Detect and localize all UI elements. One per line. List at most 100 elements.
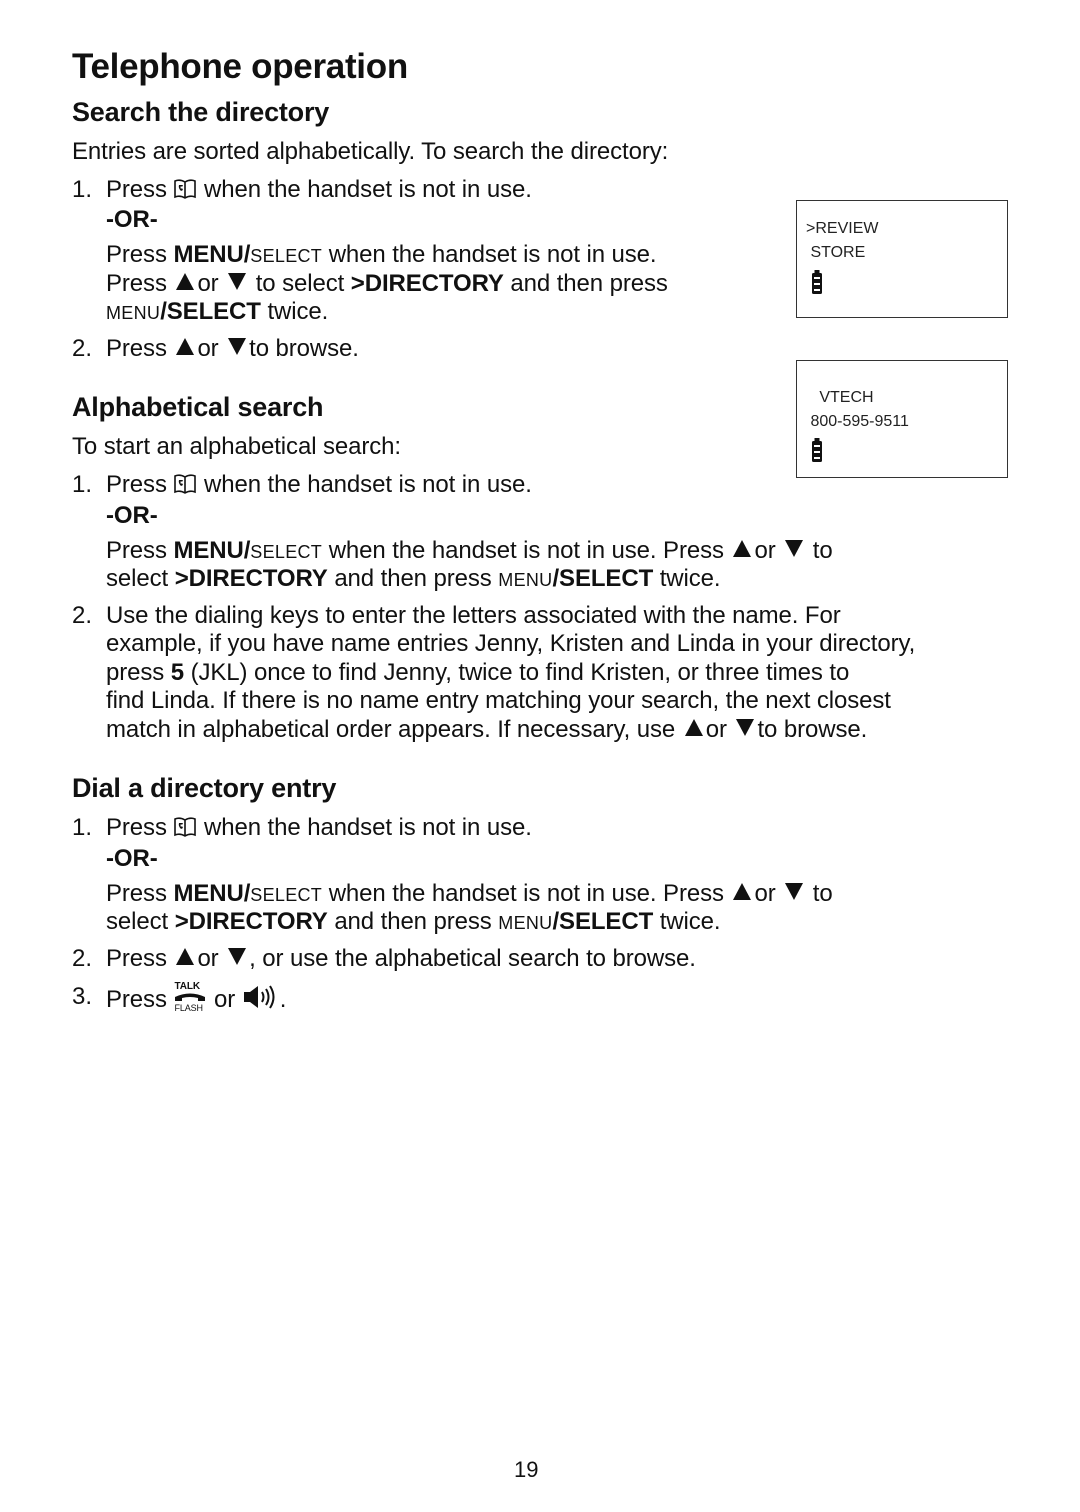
text: to browse. xyxy=(757,716,868,743)
text: or xyxy=(197,270,219,297)
page-number: 19 xyxy=(514,1457,539,1482)
directory-book-icon xyxy=(173,473,197,502)
text: Press xyxy=(106,270,167,297)
text: to browse. xyxy=(249,335,359,362)
select-key-label: /SELECT xyxy=(552,908,654,935)
up-arrow-icon xyxy=(733,540,752,557)
directory-book-icon xyxy=(173,816,197,845)
text: to select xyxy=(255,270,345,297)
down-arrow-icon xyxy=(785,883,804,900)
text: Press xyxy=(106,241,167,268)
text: when the handset is not in use. xyxy=(204,471,532,498)
step-number: 1. xyxy=(72,176,93,203)
text: when the handset is not in use. Press xyxy=(328,537,724,564)
alpha-step2-line5: match in alphabetical order appears. If … xyxy=(106,716,867,744)
text: twice. xyxy=(659,565,721,592)
screen-line-2: STORE xyxy=(806,244,866,261)
step-number: 2. xyxy=(72,602,93,629)
directory-book-icon xyxy=(173,178,197,207)
select-key-label: /SELECT xyxy=(160,298,261,325)
text: Press xyxy=(106,471,167,498)
alpha-step1: Press when the handset is not in use. xyxy=(106,471,532,502)
text: twice. xyxy=(659,908,721,935)
handset-screen-menu: >REVIEW STORE xyxy=(796,200,1008,318)
text: select xyxy=(106,565,169,592)
search-intro: Entries are sorted alphabetically. To se… xyxy=(72,138,669,165)
text: or xyxy=(754,880,776,907)
text: , or use the alphabetical search to brow… xyxy=(249,945,696,972)
text: or xyxy=(197,945,219,972)
down-arrow-icon xyxy=(228,338,247,355)
select-key-label: SELECT xyxy=(250,542,323,562)
text: select xyxy=(106,908,169,935)
or-separator: -OR- xyxy=(106,206,158,233)
menu-key-label: MENU xyxy=(498,570,553,590)
text: match in alphabetical order appears. If … xyxy=(106,716,676,743)
speaker-icon xyxy=(242,984,280,1017)
dial-step2: Press or , or use the alphabetical searc… xyxy=(106,945,696,973)
up-arrow-icon xyxy=(684,719,703,736)
step-number: 1. xyxy=(72,471,93,498)
text: or xyxy=(214,986,236,1013)
key-5-label: 5 xyxy=(170,659,185,686)
text: and then press xyxy=(510,270,668,297)
text: or xyxy=(705,716,727,743)
alpha-step2-line1: Use the dialing keys to enter the letter… xyxy=(106,602,841,629)
down-arrow-icon xyxy=(736,719,755,736)
page-title: Telephone operation xyxy=(72,47,408,86)
text: when the handset is not in use. xyxy=(328,241,657,268)
text: when the handset is not in use. Press xyxy=(328,880,724,907)
text: Press xyxy=(106,986,167,1013)
text: Press xyxy=(106,176,167,203)
search-step1: Press when the handset is not in use. xyxy=(106,176,532,207)
dial-step1-alt-line2: select >DIRECTORY and then press MENU/SE… xyxy=(106,908,721,937)
text: Press xyxy=(106,335,167,362)
up-arrow-icon xyxy=(176,948,195,965)
alpha-step2-line3: press 5 (JKL) once to find Jenny, twice … xyxy=(106,659,849,687)
search-step1-alt-line3: MENU/SELECT twice. xyxy=(106,298,328,327)
text: Press xyxy=(106,880,167,907)
handset-screen-entry: VTECH 800-595-9511 xyxy=(796,360,1008,478)
text: or xyxy=(754,537,776,564)
or-separator: -OR- xyxy=(106,845,158,872)
alpha-step1-alt-line2: select >DIRECTORY and then press MENU/SE… xyxy=(106,565,721,594)
battery-icon xyxy=(811,269,823,303)
select-key-label: SELECT xyxy=(250,246,323,266)
text: (JKL) once to find Jenny, twice to find … xyxy=(190,659,850,686)
search-step1-alt-line2: Press or to select >DIRECTORY and then p… xyxy=(106,270,668,298)
text: Press xyxy=(106,537,167,564)
menu-key-label: MENU/ xyxy=(173,241,251,268)
menu-key-label: MENU/ xyxy=(173,537,251,564)
text: Press xyxy=(106,814,167,841)
alpha-step1-alt-line1: Press MENU/SELECT when the handset is no… xyxy=(106,537,833,566)
step-number: 2. xyxy=(72,945,93,972)
search-step2: Press or to browse. xyxy=(106,335,359,363)
text: or xyxy=(197,335,219,362)
up-arrow-icon xyxy=(176,273,195,290)
down-arrow-icon xyxy=(228,948,247,965)
up-arrow-icon xyxy=(733,883,752,900)
step-number: 2. xyxy=(72,335,93,362)
dial-step1: Press when the handset is not in use. xyxy=(106,814,532,845)
text: press xyxy=(106,659,165,686)
dial-step3: Press TALK FLASH or . xyxy=(106,981,286,1017)
select-key-label: SELECT xyxy=(250,885,323,905)
down-arrow-icon xyxy=(785,540,804,557)
flash-label: FLASH xyxy=(174,1003,203,1013)
search-step1-alt-line1: Press MENU/SELECT when the handset is no… xyxy=(106,241,657,270)
text: to xyxy=(812,880,833,907)
section-heading-alphabetical: Alphabetical search xyxy=(72,392,324,422)
text: when the handset is not in use. xyxy=(204,814,532,841)
alpha-intro: To start an alphabetical search: xyxy=(72,433,401,460)
text: to xyxy=(812,537,833,564)
screen-line-2: 800-595-9511 xyxy=(806,413,909,430)
down-arrow-icon xyxy=(228,273,247,290)
alpha-step2-line2: example, if you have name entries Jenny,… xyxy=(106,630,916,657)
talk-label: TALK xyxy=(174,981,200,992)
text: when the handset is not in use. xyxy=(204,176,532,203)
alpha-step2-line4: find Linda. If there is no name entry ma… xyxy=(106,687,891,714)
step-number: 1. xyxy=(72,814,93,841)
directory-menu-label: >DIRECTORY xyxy=(174,908,328,935)
text: Press xyxy=(106,945,167,972)
or-separator: -OR- xyxy=(106,502,158,529)
